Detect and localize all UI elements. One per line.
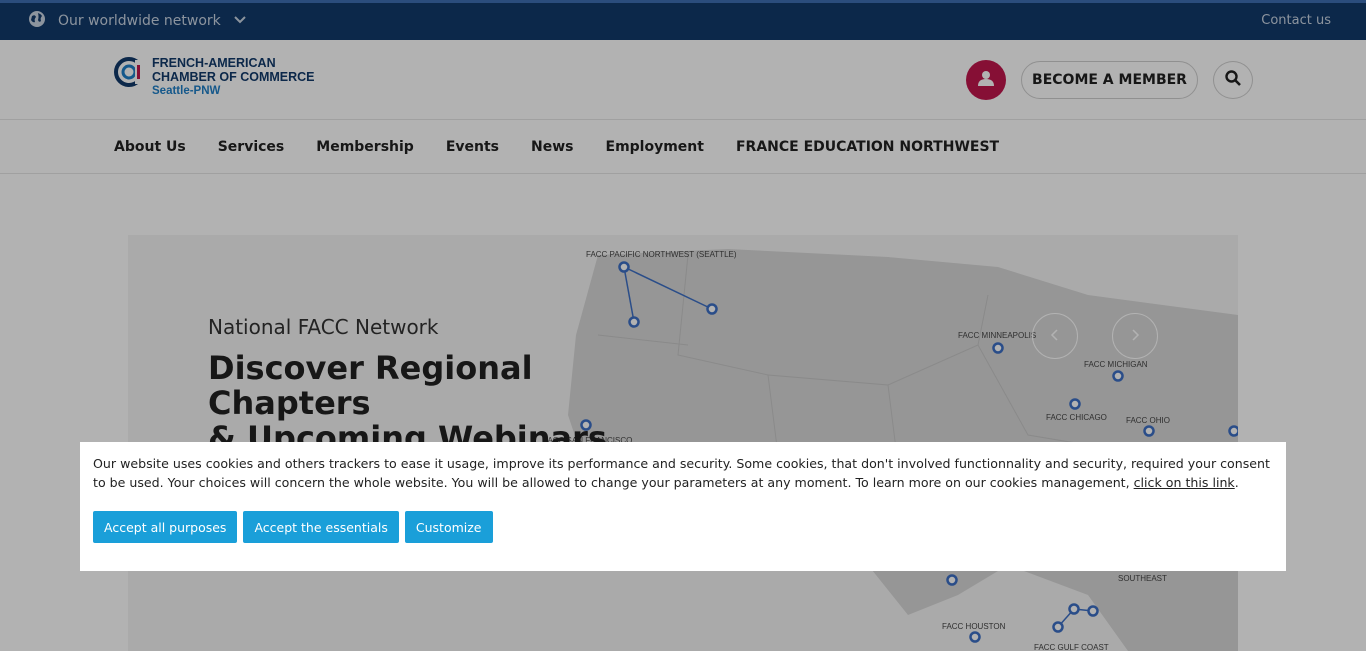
accept-all-button[interactable]: Accept all purposes (93, 511, 238, 543)
cookie-message: Our website uses cookies and others trac… (93, 454, 1273, 492)
accept-essentials-button[interactable]: Accept the essentials (243, 511, 399, 543)
cookie-consent-banner: Our website uses cookies and others trac… (80, 442, 1286, 571)
cookie-message-text: Our website uses cookies and others trac… (93, 456, 1270, 490)
cookie-policy-link[interactable]: click on this link (1134, 475, 1235, 490)
cookie-message-end: . (1234, 475, 1239, 490)
customize-button[interactable]: Customize (404, 511, 493, 543)
